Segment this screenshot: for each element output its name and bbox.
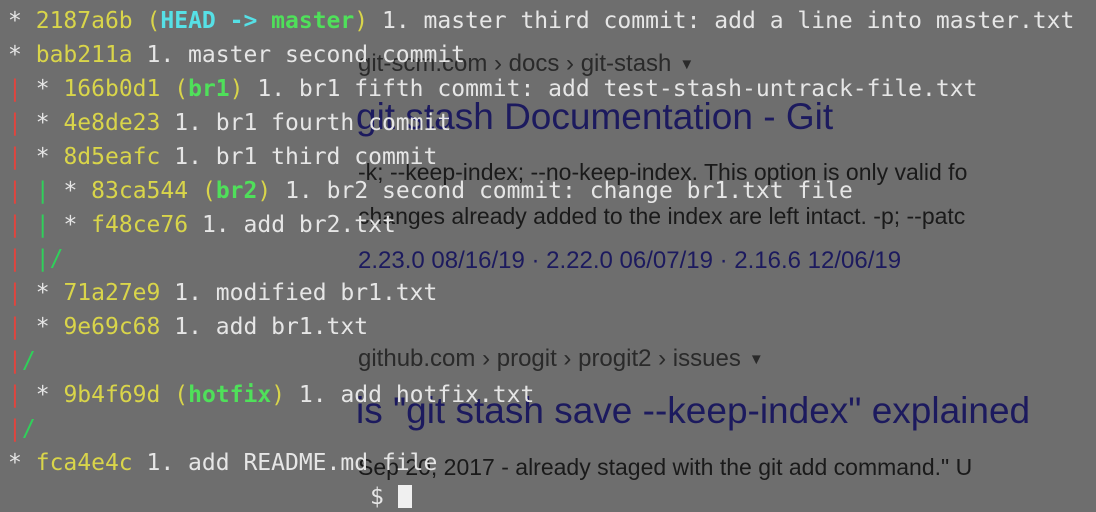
graph-glyphs: | * [8,110,50,136]
graph-glyphs: * [8,8,22,34]
graph-glyphs: | * [8,76,50,102]
commit-message: 1. master second commit [146,42,466,68]
ref-paren: ) [354,8,369,34]
prompt-line[interactable]: $ [8,482,412,512]
ref-name: HEAD -> [160,8,272,34]
commit-hash: 4e8de23 [63,110,161,136]
log-line: | |/ [8,244,63,274]
commit-message: 1. add README.md file [146,450,438,476]
ref-name: hotfix [188,382,272,408]
ref-paren: ) [271,382,286,408]
graph-glyphs: | | * [8,212,78,238]
ref-paren: ( [146,8,161,34]
commit-hash: fca4e4c [35,450,133,476]
graph-glyphs: | |/ [8,246,64,272]
commit-hash: 2187a6b [35,8,133,34]
ref-paren: ( [174,382,189,408]
graph-glyphs: * [8,450,22,476]
commit-hash: 9e69c68 [63,314,161,340]
commit-hash: 166b0d1 [63,76,161,102]
log-line: | * 166b0d1 (br1) 1. br1 fifth commit: a… [8,74,977,104]
log-line: | | * 83ca544 (br2) 1. br2 second commit… [8,176,853,206]
commit-message: 1. br1 third commit [174,144,438,170]
commit-hash: f48ce76 [91,212,189,238]
commit-message: 1. br1 fourth commit [174,110,452,136]
ref-name: br2 [215,178,258,204]
log-line: * 2187a6b (HEAD -> master) 1. master thi… [8,6,1074,36]
log-line: | | * f48ce76 1. add br2.txt [8,210,396,240]
ref-name: master [271,8,355,34]
commit-message: 1. master third commit: add a line into … [381,8,1075,34]
log-line: | * 9b4f69d (hotfix) 1. add hotfix.txt [8,380,534,410]
log-line: | * 71a27e9 1. modified br1.txt [8,278,437,308]
commit-message: 1. modified br1.txt [174,280,438,306]
log-line: |/ [8,346,36,376]
graph-glyphs: | | * [8,178,78,204]
graph-glyphs: | * [8,382,50,408]
ref-paren: ) [229,76,244,102]
commit-message: 1. add br2.txt [201,212,396,238]
graph-glyphs: |/ [8,416,36,442]
graph-glyphs: | * [8,314,50,340]
commit-hash: 8d5eafc [63,144,161,170]
log-line: | * 8d5eafc 1. br1 third commit [8,142,437,172]
prompt-text: $ [370,484,398,510]
commit-hash: 9b4f69d [63,382,161,408]
commit-message: 1. br1 fifth commit: add test-stash-untr… [257,76,978,102]
commit-message: 1. add hotfix.txt [298,382,535,408]
ref-paren: ( [174,76,189,102]
ref-paren: ) [257,178,272,204]
graph-glyphs: | * [8,280,50,306]
commit-hash: 71a27e9 [63,280,161,306]
graph-glyphs: | * [8,144,50,170]
terminal-git-log: * 2187a6b (HEAD -> master) 1. master thi… [0,0,1096,510]
commit-hash: 83ca544 [91,178,189,204]
graph-glyphs: * [8,42,22,68]
log-line: * fca4e4c 1. add README.md file [8,448,437,478]
log-line: * bab211a 1. master second commit [8,40,465,70]
ref-paren: ( [201,178,216,204]
log-line: | * 4e8de23 1. br1 fourth commit [8,108,451,138]
ref-name: br1 [188,76,230,102]
log-line: |/ [8,414,36,444]
commit-hash: bab211a [35,42,133,68]
commit-message: 1. br2 second commit: change br1.txt fil… [285,178,853,204]
graph-glyphs: |/ [8,348,36,374]
commit-message: 1. add br1.txt [174,314,369,340]
log-line: | * 9e69c68 1. add br1.txt [8,312,368,342]
cursor-block [397,485,412,508]
